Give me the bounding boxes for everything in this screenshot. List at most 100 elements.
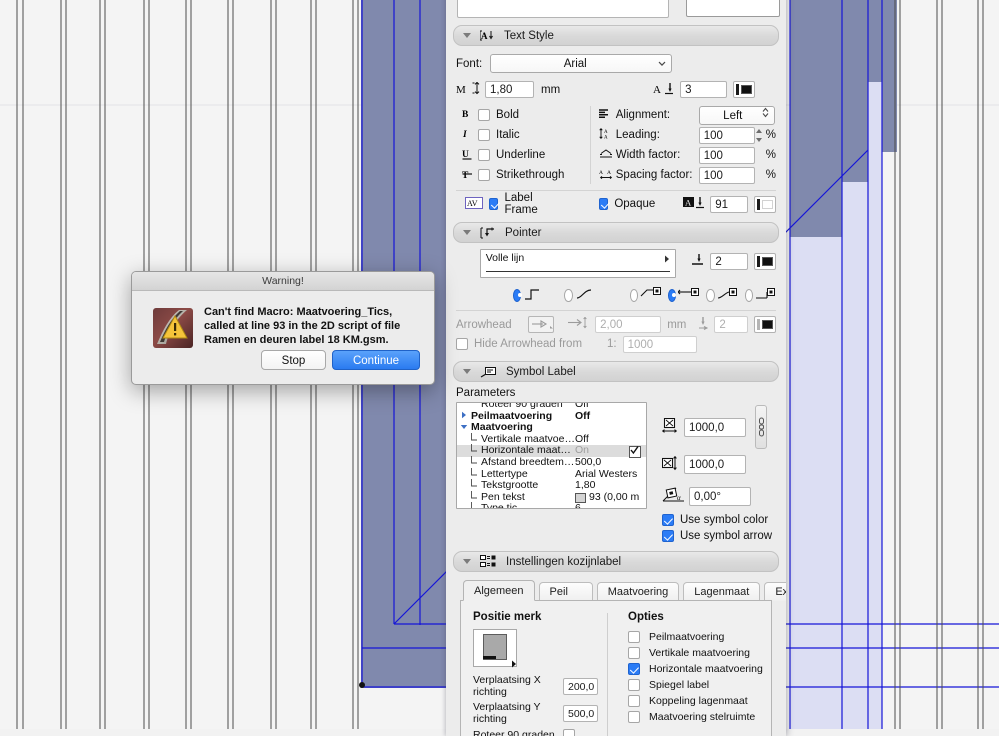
cad-selected-element-right3[interactable] <box>842 152 868 182</box>
cad-anchor-node[interactable] <box>359 682 365 688</box>
line-type-value: Volle lijn <box>485 252 525 264</box>
parameter-row[interactable]: Roteer 90 graden Off <box>457 403 646 411</box>
bold-checkbox[interactable] <box>478 109 490 121</box>
cad-glass-fill-b <box>842 182 868 729</box>
parameter-row[interactable]: Lettertype Arial Westers <box>457 467 646 481</box>
option-checkbox-koppeling-lagenmaat[interactable] <box>628 695 640 707</box>
symbol-height-field[interactable]: 1000,0 <box>684 455 746 474</box>
section-header-text-style[interactable]: A Text Style <box>453 25 779 46</box>
arrowhead-style-button[interactable] <box>527 316 555 333</box>
dialog-titlebar: Warning! <box>132 272 434 291</box>
parameter-pen-swatch[interactable] <box>575 492 586 503</box>
option-checkbox-maatvoering-stelruimte[interactable] <box>628 711 640 723</box>
kozijnlabel-tabstrip[interactable]: AlgemeenPeil maatv.MaatvoeringLagenmaatE… <box>460 579 786 617</box>
option-checkbox-vertikale-maatvoering[interactable] <box>628 647 640 659</box>
use-symbol-arrow-checkbox[interactable] <box>662 530 674 542</box>
disclosure-triangle-icon[interactable] <box>463 369 471 374</box>
arrowhead-size-field[interactable]: 2,00 <box>595 316 662 333</box>
symbol-angle-icon: α <box>662 486 686 506</box>
arrowhead-pen-color-swatch[interactable] <box>754 316 776 333</box>
disclosure-triangle-icon[interactable] <box>463 33 471 38</box>
disclosure-collapsed-icon[interactable] <box>459 411 469 423</box>
rotate-90-checkbox[interactable] <box>563 729 575 736</box>
rotate-90-label: Roteer 90 graden <box>473 729 555 736</box>
pointer-pen-color-swatch[interactable] <box>753 253 776 270</box>
option-checkbox-peilmaatvoering[interactable] <box>628 631 640 643</box>
continue-button[interactable]: Continue <box>332 350 420 370</box>
leading-label: Leading: <box>615 129 660 141</box>
position-mark-preview[interactable] <box>473 629 517 668</box>
parameter-row[interactable]: Horizontale maatvoe...On <box>457 444 646 458</box>
offset-x-field[interactable]: 200,0 <box>563 677 598 695</box>
pointer-shape-radio-curved[interactable] <box>564 288 573 302</box>
opaque-checkbox[interactable] <box>598 198 609 210</box>
arrowhead-pen-field[interactable]: 2 <box>714 316 748 333</box>
width-factor-field[interactable]: 100 <box>698 146 755 164</box>
fill-pen-color-swatch[interactable] <box>753 195 776 213</box>
pointer-pen-field[interactable]: 2 <box>710 253 748 270</box>
underline-checkbox[interactable] <box>478 149 490 161</box>
opties-heading: Opties <box>628 611 664 623</box>
tab-extra[interactable]: Extra <box>764 582 786 601</box>
underline-label: Underline <box>496 149 546 161</box>
parameter-row[interactable]: Afstand breedtemaat...500,0 <box>457 455 646 469</box>
warning-dialog[interactable]: Warning! Can't find Macro: Maatvoering_T… <box>131 271 435 385</box>
pointer-shape-radio-elbow[interactable] <box>513 288 522 302</box>
font-label: Font: <box>456 57 483 70</box>
parameter-row[interactable]: Vertikale maatvoering Off <box>457 432 646 446</box>
parameter-row[interactable]: Maatvoering <box>457 422 646 434</box>
parameter-row[interactable]: Pen tekst 93 (0,00 m <box>457 490 646 504</box>
disclosure-triangle-icon[interactable] <box>463 230 471 235</box>
alignment-select[interactable]: Left <box>698 105 775 125</box>
fill-pen-field[interactable]: 91 <box>710 195 748 213</box>
partial-text-field-right[interactable] <box>686 0 780 17</box>
cad-selected-element-right2[interactable] <box>790 152 842 237</box>
opties-list[interactable]: Peilmaatvoering Vertikale maatvoering Hori… <box>628 629 771 725</box>
parameter-value: 500,0 <box>575 455 602 468</box>
font-select[interactable]: Arial <box>490 54 673 73</box>
tab-lagenmaat[interactable]: Lagenmaat <box>683 582 761 601</box>
disclosure-triangle-icon[interactable] <box>463 559 471 564</box>
text-size-field[interactable]: 1,80 <box>485 81 534 98</box>
link-proportions-icon[interactable] <box>755 405 767 449</box>
option-checkbox-spiegel-label[interactable] <box>628 679 640 691</box>
tab-maatvoering[interactable]: Maatvoering <box>596 582 680 601</box>
use-symbol-color-checkbox[interactable] <box>662 514 674 526</box>
parameter-row[interactable]: Peilmaatvoering Off <box>457 410 646 423</box>
parameter-tree[interactable]: Roteer 90 graden Off Peilmaatvoering Off Maa… <box>456 402 647 509</box>
parameter-row[interactable]: Type tic6 <box>457 502 646 508</box>
tab-algemeen[interactable]: Algemeen <box>463 580 535 601</box>
leading-field[interactable]: 100 <box>698 126 755 144</box>
section-header-symbol-label[interactable]: Symbol Label <box>453 361 779 382</box>
object-settings-panel[interactable]: A Text Style Font: Arial M 1,80 mm A 3 B… <box>446 0 786 736</box>
stop-button[interactable]: Stop <box>261 350 326 370</box>
pointer-anchor-radio-top[interactable] <box>629 288 638 302</box>
offset-y-field[interactable]: 500,0 <box>563 704 598 722</box>
pointer-anchor-radio-middle[interactable] <box>667 288 677 302</box>
section-header-kozijnlabel[interactable]: Instellingen kozijnlabel <box>453 551 779 572</box>
hide-arrowhead-checkbox[interactable] <box>456 338 468 350</box>
italic-icon: I <box>456 128 478 142</box>
leading-stepper[interactable] <box>755 127 764 144</box>
spacing-factor-field[interactable]: 100 <box>698 166 755 184</box>
text-pen-color-swatch[interactable] <box>733 81 756 98</box>
disclosure-expanded-icon[interactable] <box>459 422 469 434</box>
hide-ratio-field[interactable]: 1000 <box>622 335 697 353</box>
line-type-preview <box>485 270 671 272</box>
line-type-selector[interactable]: Volle lijn <box>479 249 677 278</box>
text-pen-field[interactable]: 3 <box>680 81 728 98</box>
tab-peil-maatv[interactable]: Peil maatv. <box>538 582 593 617</box>
pointer-anchor-radio-baseline[interactable] <box>744 288 753 302</box>
italic-checkbox[interactable] <box>478 129 490 141</box>
option-checkbox-horizontale-maatvoering[interactable] <box>628 663 640 675</box>
section-header-pointer[interactable]: Pointer <box>453 222 779 243</box>
symbol-width-field[interactable]: 1000,0 <box>684 417 746 437</box>
chevron-down-icon <box>658 55 666 72</box>
pointer-anchor-radio-bottom[interactable] <box>706 288 715 302</box>
parameter-row[interactable]: Tekstgrootte 1,80 <box>457 479 646 492</box>
label-frame-checkbox[interactable] <box>489 198 499 210</box>
option-row: Vertikale maatvoering <box>628 645 771 661</box>
partial-text-field-left[interactable] <box>457 0 669 18</box>
symbol-angle-field[interactable]: 0,00° <box>689 486 751 506</box>
strikethrough-checkbox[interactable] <box>478 169 490 181</box>
